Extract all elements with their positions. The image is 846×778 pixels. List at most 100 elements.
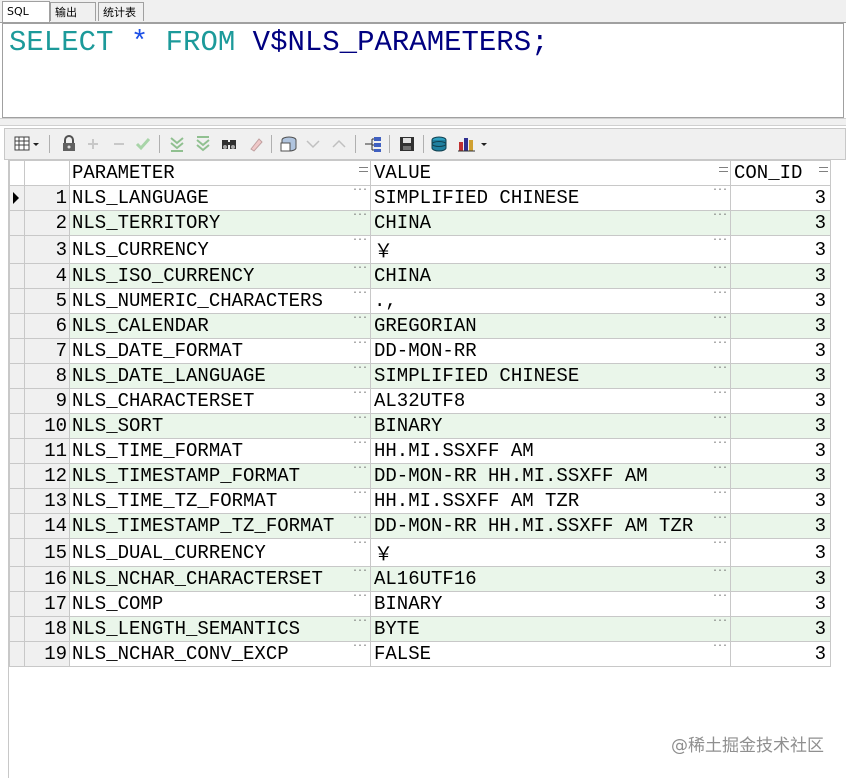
value-cell[interactable]: GREGORIAN ···: [370, 313, 731, 339]
cell-edit-ellipsis-icon[interactable]: ···: [712, 290, 728, 300]
sort-handle-icon[interactable]: [819, 167, 828, 177]
row-indicator-cell[interactable]: [9, 438, 25, 464]
table-row[interactable]: 15 NLS_DUAL_CURRENCY ··· ￥ ··· 3: [9, 538, 831, 567]
parameter-cell[interactable]: NLS_TIMESTAMP_FORMAT ···: [69, 463, 371, 489]
cell-edit-ellipsis-icon[interactable]: ···: [712, 390, 728, 400]
parameter-cell[interactable]: NLS_DUAL_CURRENCY ···: [69, 538, 371, 567]
cell-edit-ellipsis-icon[interactable]: ···: [712, 515, 728, 525]
row-number-cell[interactable]: 4: [24, 263, 70, 289]
parameter-cell[interactable]: NLS_ISO_CURRENCY ···: [69, 263, 371, 289]
row-indicator-cell[interactable]: [9, 388, 25, 414]
chart-icon[interactable]: [457, 134, 487, 154]
con-id-cell[interactable]: 3: [730, 438, 831, 464]
cell-edit-ellipsis-icon[interactable]: ···: [712, 415, 728, 425]
up-icon[interactable]: [329, 134, 349, 154]
parameter-cell[interactable]: NLS_NCHAR_CHARACTERSET ···: [69, 566, 371, 592]
cell-edit-ellipsis-icon[interactable]: ···: [712, 465, 728, 475]
cell-edit-ellipsis-icon[interactable]: ···: [712, 365, 728, 375]
result-grid[interactable]: PARAMETER VALUE CON_ID 1 NLS_LANGUAGE ··· S…: [8, 160, 846, 778]
row-number-cell[interactable]: 16: [24, 566, 70, 592]
remove-icon[interactable]: [109, 134, 129, 154]
grid-view-icon[interactable]: [13, 134, 39, 154]
cell-edit-ellipsis-icon[interactable]: ···: [352, 540, 368, 550]
sql-text[interactable]: SELECT * FROM V$NLS_PARAMETERS;: [9, 26, 549, 59]
sort-handle-icon[interactable]: [719, 167, 728, 177]
filter-up-icon[interactable]: [193, 134, 213, 154]
table-row[interactable]: 14 NLS_TIMESTAMP_TZ_FORMAT ··· DD-MON-RR HH…: [9, 513, 831, 539]
column-header-parameter[interactable]: PARAMETER: [69, 160, 371, 186]
row-indicator-cell[interactable]: [9, 210, 25, 236]
value-cell[interactable]: DD-MON-RR HH.MI.SSXFF AM ···: [370, 463, 731, 489]
value-cell[interactable]: SIMPLIFIED CHINESE ···: [370, 363, 731, 389]
row-indicator-cell[interactable]: [9, 488, 25, 514]
parameter-cell[interactable]: NLS_CHARACTERSET ···: [69, 388, 371, 414]
con-id-cell[interactable]: 3: [730, 591, 831, 617]
table-row[interactable]: 8 NLS_DATE_LANGUAGE ··· SIMPLIFIED CHINESE ·…: [9, 363, 831, 389]
row-number-cell[interactable]: 2: [24, 210, 70, 236]
cell-edit-ellipsis-icon[interactable]: ···: [352, 340, 368, 350]
cell-edit-ellipsis-icon[interactable]: ···: [352, 315, 368, 325]
row-indicator-cell[interactable]: [9, 338, 25, 364]
cell-edit-ellipsis-icon[interactable]: ···: [712, 593, 728, 603]
connect-icon[interactable]: [363, 134, 383, 154]
cell-edit-ellipsis-icon[interactable]: ···: [352, 187, 368, 197]
table-row[interactable]: 12 NLS_TIMESTAMP_FORMAT ··· DD-MON-RR HH.MI…: [9, 463, 831, 489]
con-id-cell[interactable]: 3: [730, 313, 831, 339]
row-indicator-cell[interactable]: [9, 463, 25, 489]
cell-edit-ellipsis-icon[interactable]: ···: [352, 265, 368, 275]
row-indicator-cell[interactable]: [9, 288, 25, 314]
cell-edit-ellipsis-icon[interactable]: ···: [712, 315, 728, 325]
table-row[interactable]: 18 NLS_LENGTH_SEMANTICS ··· BYTE ··· 3: [9, 616, 831, 642]
value-cell[interactable]: CHINA ···: [370, 263, 731, 289]
find-icon[interactable]: [219, 134, 239, 154]
row-indicator-cell[interactable]: [9, 363, 25, 389]
row-number-cell[interactable]: 18: [24, 616, 70, 642]
lock-icon[interactable]: [59, 134, 79, 154]
con-id-cell[interactable]: 3: [730, 363, 831, 389]
cell-edit-ellipsis-icon[interactable]: ···: [352, 568, 368, 578]
table-row[interactable]: 9 NLS_CHARACTERSET ··· AL32UTF8 ··· 3: [9, 388, 831, 414]
table-row[interactable]: 2 NLS_TERRITORY ··· CHINA ··· 3: [9, 210, 831, 236]
cell-edit-ellipsis-icon[interactable]: ···: [712, 212, 728, 222]
value-cell[interactable]: BINARY ···: [370, 591, 731, 617]
parameter-cell[interactable]: NLS_LANGUAGE ···: [69, 185, 371, 211]
cell-edit-ellipsis-icon[interactable]: ···: [352, 618, 368, 628]
add-icon[interactable]: [83, 134, 103, 154]
table-row[interactable]: 7 NLS_DATE_FORMAT ··· DD-MON-RR ··· 3: [9, 338, 831, 364]
table-row[interactable]: 5 NLS_NUMERIC_CHARACTERS ···., ··· 3: [9, 288, 831, 314]
down-icon[interactable]: [303, 134, 323, 154]
value-cell[interactable]: BYTE ···: [370, 616, 731, 642]
cell-edit-ellipsis-icon[interactable]: ···: [352, 390, 368, 400]
row-indicator-cell[interactable]: [9, 591, 25, 617]
table-row[interactable]: 6 NLS_CALENDAR ··· GREGORIAN ··· 3: [9, 313, 831, 339]
row-indicator-cell[interactable]: [9, 413, 25, 439]
cell-edit-ellipsis-icon[interactable]: ···: [352, 212, 368, 222]
cell-edit-ellipsis-icon[interactable]: ···: [352, 515, 368, 525]
row-number-cell[interactable]: 12: [24, 463, 70, 489]
cell-edit-ellipsis-icon[interactable]: ···: [352, 440, 368, 450]
con-id-cell[interactable]: 3: [730, 263, 831, 289]
save-icon[interactable]: [397, 134, 417, 154]
row-number-cell[interactable]: 11: [24, 438, 70, 464]
row-number-cell[interactable]: 3: [24, 235, 70, 264]
splitter[interactable]: [0, 118, 846, 126]
cell-edit-ellipsis-icon[interactable]: ···: [352, 465, 368, 475]
parameter-cell[interactable]: NLS_CURRENCY ···: [69, 235, 371, 264]
row-number-cell[interactable]: 14: [24, 513, 70, 539]
con-id-cell[interactable]: 3: [730, 513, 831, 539]
row-indicator-cell[interactable]: [9, 641, 25, 667]
parameter-cell[interactable]: NLS_TERRITORY ···: [69, 210, 371, 236]
value-cell[interactable]: SIMPLIFIED CHINESE ···: [370, 185, 731, 211]
con-id-cell[interactable]: 3: [730, 413, 831, 439]
cell-edit-ellipsis-icon[interactable]: ···: [712, 265, 728, 275]
value-cell[interactable]: ., ···: [370, 288, 731, 314]
row-number-cell[interactable]: 1: [24, 185, 70, 211]
filter-down-icon[interactable]: [167, 134, 187, 154]
parameter-cell[interactable]: NLS_TIME_FORMAT ···: [69, 438, 371, 464]
row-number-cell[interactable]: 13: [24, 488, 70, 514]
cell-edit-ellipsis-icon[interactable]: ···: [352, 365, 368, 375]
row-number-cell[interactable]: 15: [24, 538, 70, 567]
value-cell[interactable]: AL32UTF8 ···: [370, 388, 731, 414]
sort-handle-icon[interactable]: [359, 167, 368, 177]
row-indicator-cell[interactable]: [9, 616, 25, 642]
